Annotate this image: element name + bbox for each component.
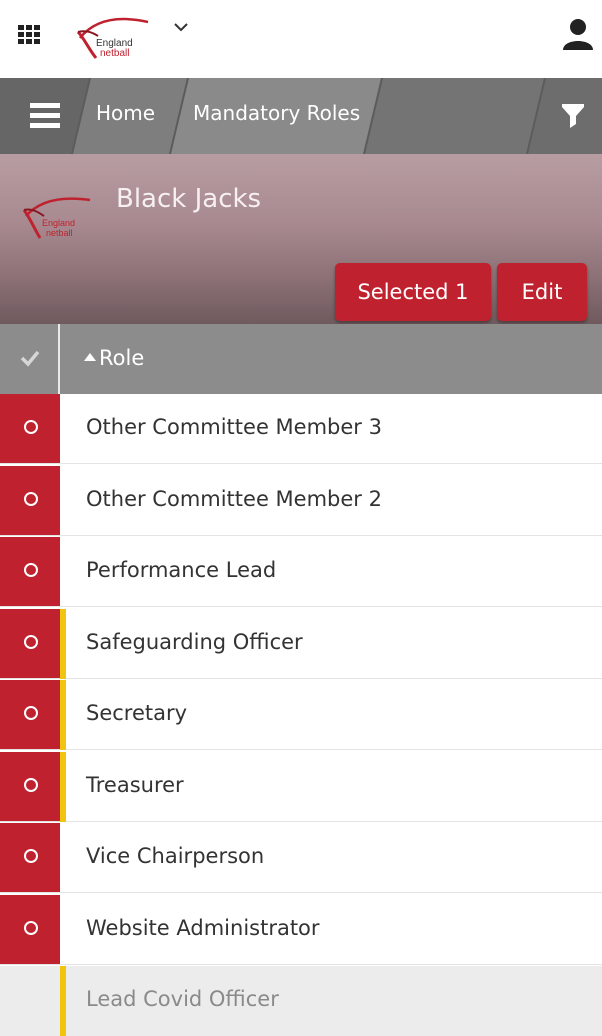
row-status-cell[interactable] (0, 394, 60, 463)
table-row[interactable]: Other Committee Member 3 (0, 394, 602, 464)
row-role-label: Lead Covid Officer (86, 987, 279, 1011)
row-role-label: Other Committee Member 3 (86, 415, 382, 439)
row-role-label: Secretary (86, 701, 188, 725)
team-name: Black Jacks (116, 184, 262, 214)
apps-grid-icon[interactable] (18, 24, 40, 44)
select-all-cell[interactable] (0, 324, 60, 394)
table-row[interactable]: Lead Covid Officer (0, 966, 602, 1036)
svg-text:netball: netball (46, 228, 73, 238)
row-status-cell[interactable] (0, 537, 60, 606)
table-row[interactable]: Vice Chairperson (0, 823, 602, 893)
breadcrumb-mandatory-roles[interactable]: Mandatory Roles (193, 101, 360, 125)
selected-button[interactable]: Selected 1 (335, 263, 491, 321)
unassigned-circle-icon (24, 921, 38, 935)
table-row[interactable]: Secretary (0, 680, 602, 750)
unassigned-circle-icon (24, 849, 38, 863)
row-flag-marker (60, 752, 66, 822)
row-role-label: Treasurer (86, 773, 184, 797)
edit-button[interactable]: Edit (497, 263, 587, 321)
row-status-cell[interactable] (0, 823, 60, 892)
unassigned-circle-icon (24, 563, 38, 577)
row-status-cell[interactable] (0, 680, 60, 749)
svg-text:netball: netball (100, 48, 129, 59)
row-flag-marker (60, 680, 66, 750)
table-row[interactable]: Website Administrator (0, 895, 602, 965)
unassigned-circle-icon (24, 420, 38, 434)
nav-bar: Home Mandatory Roles (0, 78, 602, 154)
hamburger-menu-icon[interactable] (30, 103, 60, 129)
table-row[interactable]: Safeguarding Officer (0, 609, 602, 679)
svg-text:England: England (42, 218, 75, 228)
sort-ascending-icon[interactable] (84, 353, 96, 361)
filter-icon[interactable] (562, 104, 584, 128)
row-status-cell[interactable] (0, 609, 60, 678)
row-status-cell[interactable] (0, 895, 60, 964)
england-netball-logo[interactable]: England netball (76, 8, 152, 64)
unassigned-circle-icon (24, 492, 38, 506)
row-role-label: Website Administrator (86, 916, 320, 940)
table-row[interactable]: Performance Lead (0, 537, 602, 607)
row-status-cell[interactable] (0, 752, 60, 821)
table-header: Role (0, 324, 602, 394)
checkmark-icon[interactable] (20, 348, 40, 368)
unassigned-circle-icon (24, 778, 38, 792)
table-row[interactable]: Other Committee Member 2 (0, 466, 602, 536)
top-bar: England netball (0, 0, 602, 78)
row-role-label: Safeguarding Officer (86, 630, 303, 654)
row-status-cell[interactable] (0, 466, 60, 535)
row-flag-marker (60, 966, 66, 1036)
team-header: England netball Black Jacks Selected 1 E… (0, 154, 602, 324)
user-icon[interactable] (560, 16, 596, 52)
row-flag-marker (60, 609, 66, 679)
chevron-down-icon[interactable] (172, 18, 190, 36)
table-row[interactable]: Treasurer (0, 752, 602, 822)
breadcrumb-home[interactable]: Home (96, 101, 155, 125)
team-logo: England netball (22, 197, 91, 239)
row-role-label: Vice Chairperson (86, 844, 265, 868)
row-role-label: Performance Lead (86, 558, 277, 582)
column-header-role[interactable]: Role (99, 346, 144, 370)
unassigned-circle-icon (24, 706, 38, 720)
row-role-label: Other Committee Member 2 (86, 487, 382, 511)
unassigned-circle-icon (24, 635, 38, 649)
